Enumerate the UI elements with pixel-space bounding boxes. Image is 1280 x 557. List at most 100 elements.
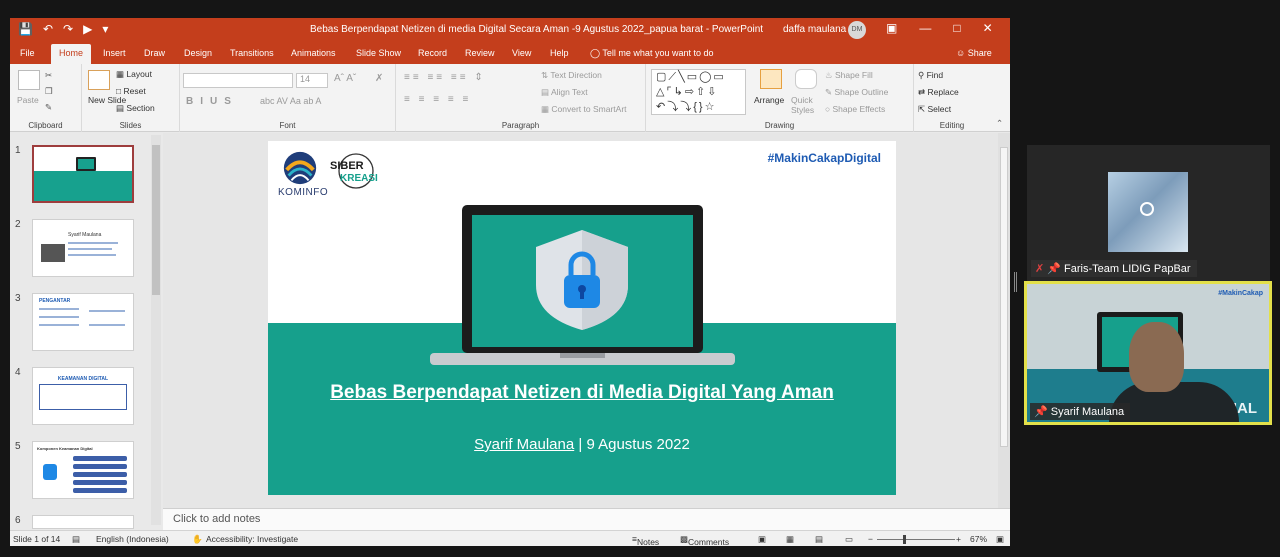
slide-title: Bebas Berpendapat Netizen di Media Digit… bbox=[330, 382, 834, 403]
shape-fill-button[interactable]: ♨ Shape Fill bbox=[825, 70, 873, 81]
arrange-button[interactable]: Arrange bbox=[754, 95, 784, 105]
clear-format-icon[interactable]: ✗ bbox=[375, 73, 383, 84]
normal-view-icon[interactable]: ▣ bbox=[758, 534, 766, 545]
shapes-gallery[interactable]: ▢⟋╲▭◯▭ △⌜↳⇨⇧⇩ ↶⤵⤵{}☆ bbox=[651, 69, 746, 115]
thumb-line bbox=[89, 310, 125, 312]
scrollbar-thumb[interactable] bbox=[1000, 147, 1008, 447]
slide-thumbnail-5[interactable]: Komponen Keamanan Digital bbox=[32, 441, 134, 499]
thumbnail-scrollbar[interactable] bbox=[151, 135, 161, 525]
minimize-icon[interactable]: — bbox=[919, 21, 931, 35]
font-name-box[interactable] bbox=[183, 73, 293, 88]
laptop-illustration bbox=[430, 205, 735, 365]
tab-slide-show[interactable]: Slide Show bbox=[356, 48, 401, 58]
slide-thumbnail-3[interactable]: PENGANTAR bbox=[32, 293, 134, 351]
participant-tile-2-active-speaker[interactable]: #MakinCakap IAL 📌 Syarif Maulana bbox=[1024, 281, 1272, 425]
tab-design[interactable]: Design bbox=[184, 48, 212, 58]
slide-thumbnail-4[interactable]: KEAMANAN DIGITAL bbox=[32, 367, 134, 425]
present-icon[interactable]: ▶ bbox=[83, 22, 92, 36]
pin-icon: 📌 bbox=[1047, 263, 1061, 275]
font-style-icons[interactable]: BIUS bbox=[186, 96, 238, 107]
paste-button[interactable]: Paste bbox=[17, 95, 39, 105]
tab-record[interactable]: Record bbox=[418, 48, 447, 58]
spellcheck-icon[interactable]: ▤ bbox=[72, 534, 80, 545]
notes-pane[interactable]: Click to add notes bbox=[163, 508, 1010, 530]
accessibility-status[interactable]: Accessibility: Investigate bbox=[206, 534, 298, 544]
undo-icon[interactable]: ↶ bbox=[43, 22, 53, 36]
slide-scrollbar[interactable] bbox=[998, 133, 1010, 513]
customize-qat-icon[interactable]: ▾ bbox=[102, 22, 108, 36]
format-painter-icon[interactable]: ✎ bbox=[45, 102, 52, 113]
list-icons[interactable]: ≡≡ ≡≡ ≡≡ ⇕ bbox=[404, 72, 486, 83]
zoom-slider-handle[interactable] bbox=[903, 535, 906, 544]
tab-review[interactable]: Review bbox=[465, 48, 495, 58]
current-slide[interactable]: KOMINFO SIBER KREASI #MakinCakapDigital bbox=[268, 141, 896, 495]
reset-button[interactable]: □ Reset bbox=[116, 86, 146, 96]
copy-icon[interactable]: ❐ bbox=[45, 86, 53, 97]
close-icon[interactable]: ✕ bbox=[983, 21, 993, 35]
slides-label: Slides bbox=[119, 121, 142, 130]
participant-name-label: 📌 Syarif Maulana bbox=[1030, 403, 1131, 420]
slide-thumbnail-1[interactable] bbox=[32, 145, 134, 203]
maximize-icon[interactable]: □ bbox=[953, 21, 960, 35]
tab-file[interactable]: File bbox=[20, 48, 35, 58]
align-icons[interactable]: ≡ ≡ ≡ ≡ ≡ bbox=[404, 94, 471, 105]
tab-help[interactable]: Help bbox=[550, 48, 569, 58]
zoom-slider[interactable] bbox=[877, 539, 955, 540]
thumb-bar bbox=[73, 472, 127, 477]
comments-button[interactable]: ▩ Comments bbox=[680, 534, 729, 546]
tab-animations[interactable]: Animations bbox=[291, 48, 336, 58]
tab-insert[interactable]: Insert bbox=[103, 48, 126, 58]
tab-draw[interactable]: Draw bbox=[144, 48, 165, 58]
find-button[interactable]: ⚲ Find bbox=[918, 70, 943, 81]
scrollbar-thumb[interactable] bbox=[152, 145, 160, 295]
tab-view[interactable]: View bbox=[512, 48, 531, 58]
grow-font-icon[interactable]: Aˆ Aˇ bbox=[334, 73, 356, 84]
quick-styles-icon[interactable] bbox=[795, 69, 817, 89]
participant-tile-1[interactable]: ✗ 📌 Faris-Team LIDIG PapBar bbox=[1027, 145, 1270, 283]
cut-icon[interactable]: ✂ bbox=[45, 70, 52, 81]
save-icon[interactable]: 💾 bbox=[18, 22, 33, 36]
share-button[interactable]: ☺ Share bbox=[956, 48, 992, 58]
paste-icon[interactable] bbox=[18, 70, 40, 90]
zoom-out-icon[interactable]: − bbox=[868, 534, 873, 544]
notes-button[interactable]: ≡ Notes bbox=[632, 534, 659, 546]
slide-sorter-icon[interactable]: ▦ bbox=[786, 534, 794, 545]
thumb-bar bbox=[73, 488, 127, 493]
layout-button[interactable]: ▦ Layout bbox=[116, 69, 152, 80]
select-button[interactable]: ⇱ Select bbox=[918, 104, 951, 115]
shape-effects-button[interactable]: ○ Shape Effects bbox=[825, 104, 885, 114]
font-effects-icons[interactable]: abc AV Aa ab A bbox=[260, 96, 321, 106]
arrange-icon[interactable] bbox=[760, 69, 782, 89]
tab-transitions[interactable]: Transitions bbox=[230, 48, 274, 58]
tell-me-search[interactable]: ◯ Tell me what you want to do bbox=[590, 48, 713, 59]
avatar[interactable]: DM bbox=[848, 21, 866, 39]
section-button[interactable]: ▤ Section bbox=[116, 103, 155, 114]
user-name[interactable]: daffa maulana bbox=[783, 24, 846, 35]
zoom-in-icon[interactable]: + bbox=[956, 534, 961, 544]
slideshow-view-icon[interactable]: ▭ bbox=[845, 534, 853, 545]
font-size-box[interactable]: 14 bbox=[296, 73, 328, 88]
convert-smartart-button[interactable]: ▦ Convert to SmartArt bbox=[541, 104, 627, 115]
fit-slide-icon[interactable]: ▣ bbox=[996, 534, 1004, 545]
paragraph-label: Paragraph bbox=[501, 121, 540, 130]
replace-button[interactable]: ⇄ Replace bbox=[918, 87, 959, 98]
shape-outline-button[interactable]: ✎ Shape Outline bbox=[825, 87, 888, 98]
panel-resize-handle[interactable] bbox=[1014, 272, 1017, 292]
reading-view-icon[interactable]: ▤ bbox=[815, 534, 823, 545]
kreasi-text: KREASI bbox=[340, 173, 378, 184]
accessibility-icon[interactable]: ✋ bbox=[192, 534, 203, 545]
collapse-ribbon-icon[interactable]: ⌃ bbox=[996, 118, 1003, 129]
redo-icon[interactable]: ↷ bbox=[63, 22, 73, 36]
text-direction-button[interactable]: ⇅ Text Direction bbox=[541, 70, 602, 81]
ribbon-display-icon[interactable]: ▣ bbox=[886, 21, 897, 35]
language-indicator[interactable]: English (Indonesia) bbox=[96, 534, 169, 544]
slide-thumbnail-6[interactable] bbox=[32, 515, 134, 529]
new-slide-icon[interactable] bbox=[88, 70, 110, 90]
font-group: 14 Aˆ Aˇ ✗ BIUS abc AV Aa ab A Font bbox=[180, 64, 396, 132]
quick-styles-button[interactable]: Quick Styles bbox=[791, 95, 821, 115]
slide-thumbnail-2[interactable]: Syarif Maulana bbox=[32, 219, 134, 277]
speaker-head bbox=[1129, 322, 1184, 392]
align-text-button[interactable]: ▤ Align Text bbox=[541, 87, 588, 98]
zoom-level[interactable]: 67% bbox=[970, 534, 987, 544]
tab-home[interactable]: Home bbox=[51, 44, 92, 64]
